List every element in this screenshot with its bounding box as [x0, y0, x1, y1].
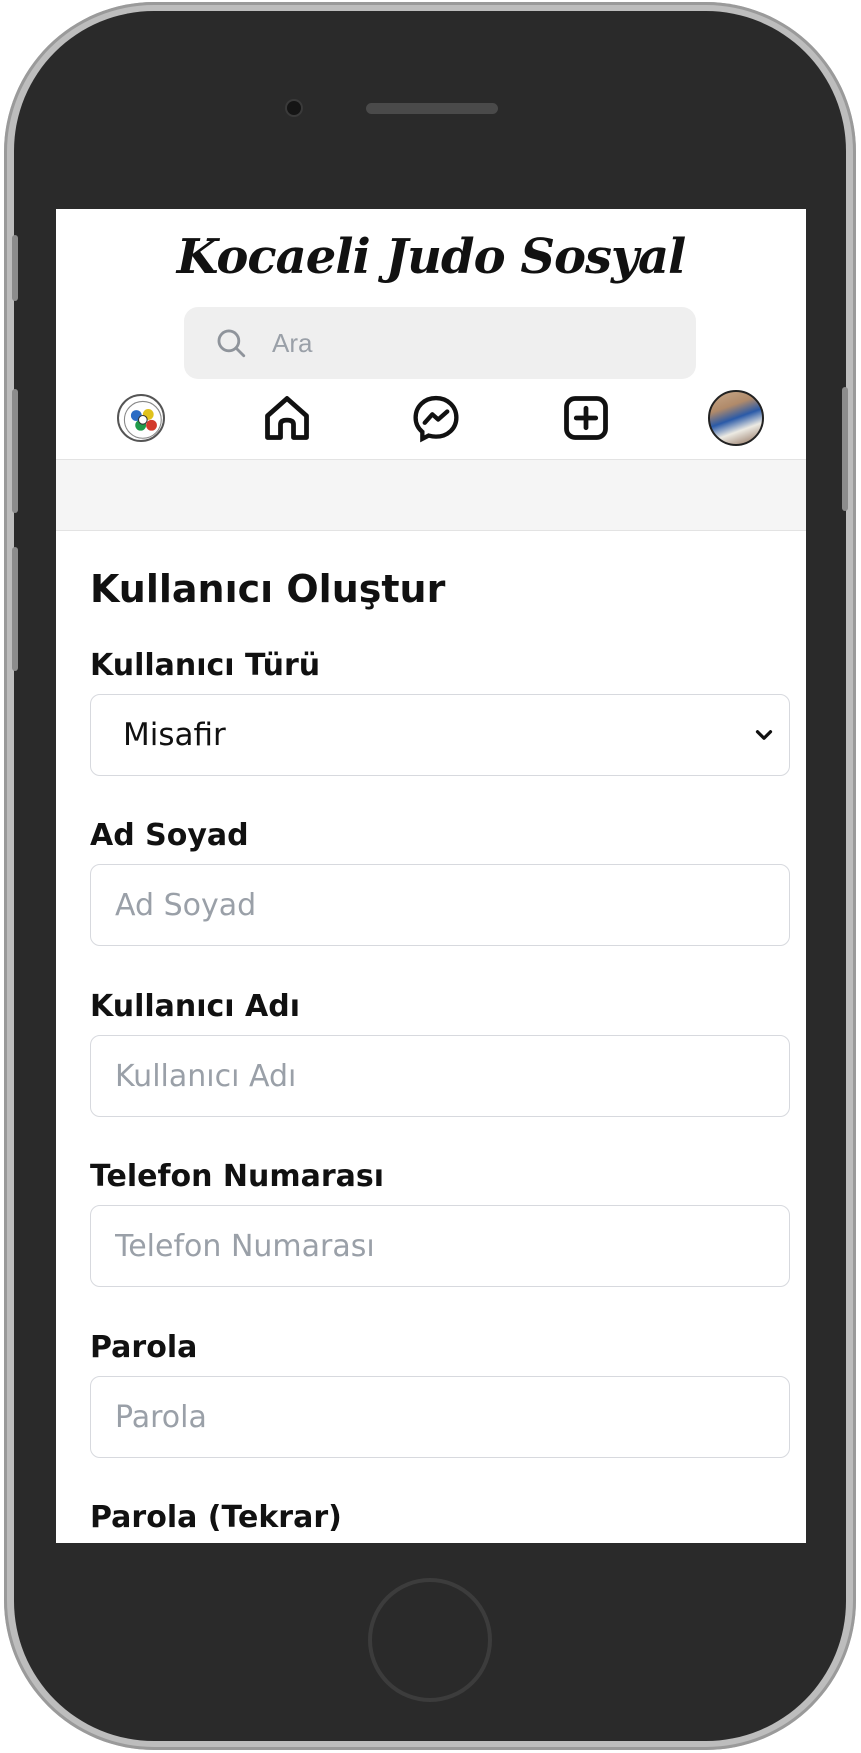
stories-band: [56, 459, 806, 531]
nav-home[interactable]: [258, 389, 316, 447]
profile-avatar: [708, 390, 764, 446]
full-name-label: Ad Soyad: [90, 818, 249, 853]
front-camera: [287, 101, 301, 115]
home-button[interactable]: [368, 1578, 492, 1702]
phone-input[interactable]: [91, 1206, 789, 1286]
password-field-box: [90, 1376, 790, 1458]
nav-add-post[interactable]: [557, 389, 615, 447]
nav-profile[interactable]: [707, 389, 765, 447]
user-type-value: Misafir: [123, 717, 226, 753]
phone-field-box: [90, 1205, 790, 1287]
home-icon: [265, 396, 309, 440]
chevron-down-icon: [755, 730, 773, 740]
phone-label: Telefon Numarası: [90, 1159, 385, 1194]
full-name-field-box: [90, 864, 790, 946]
username-label: Kullanıcı Adı: [90, 989, 301, 1024]
volume-up-button: [12, 389, 18, 513]
federation-logo-icon: [117, 394, 165, 442]
nav-messages[interactable]: [407, 389, 465, 447]
user-type-label: Kullanıcı Türü: [90, 648, 321, 683]
app-header: Kocaeli Judo Sosyal: [56, 209, 806, 459]
full-name-input[interactable]: [91, 865, 789, 945]
user-type-select[interactable]: Misafir: [90, 694, 790, 776]
search-input[interactable]: [270, 326, 654, 360]
username-field-box: [90, 1035, 790, 1117]
earpiece-speaker: [366, 103, 498, 114]
search-icon: [217, 329, 246, 358]
app-screen: Kocaeli Judo Sosyal Ara Kullanıcı Oluştu…: [56, 209, 806, 1543]
page-title: Kullanıcı Oluştur: [90, 567, 446, 611]
password-input[interactable]: [91, 1377, 789, 1457]
volume-down-button: [12, 547, 18, 671]
username-input[interactable]: [91, 1036, 789, 1116]
power-button: [842, 387, 848, 511]
messenger-icon: [413, 395, 459, 443]
search-bar[interactable]: [184, 307, 696, 379]
password-label: Parola: [90, 1330, 198, 1365]
nav-logo[interactable]: [112, 389, 170, 447]
brand-title: Kocaeli Judo Sosyal: [176, 229, 687, 285]
add-post-icon: [564, 396, 608, 440]
mute-switch: [12, 235, 18, 301]
password-repeat-label: Parola (Tekrar): [90, 1500, 342, 1535]
